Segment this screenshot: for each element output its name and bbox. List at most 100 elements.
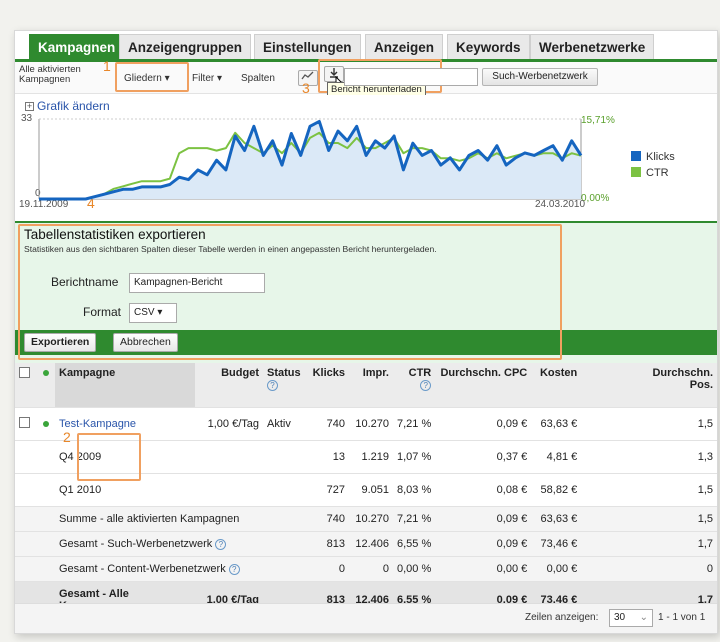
summary-label: Gesamt - Such-Werbenetzwerk: [59, 537, 213, 550]
performance-chart: + Grafik ändern 33 0 15,71% 0,00% 19.11.2…: [15, 95, 717, 217]
rows-per-page-value: 30: [614, 612, 626, 623]
col-status-label: Status: [267, 367, 301, 379]
empty-cell: [15, 440, 55, 474]
budget-cell: [195, 473, 263, 507]
rows-per-page-label: Zeilen anzeigen:: [525, 612, 599, 623]
cpc-cell: 0,09 €: [435, 531, 532, 557]
page-range: 1 - 1 von 1: [658, 612, 706, 623]
cpc-cell: 0,00 €: [435, 556, 532, 582]
adwords-panel: Kampagnen Anzeigengruppen Einstellungen …: [14, 30, 718, 634]
col-klicks[interactable]: Klicks: [307, 363, 349, 408]
campaign-scope-select[interactable]: Alle aktivierten Kampagnen: [19, 65, 109, 85]
highlight-export: [18, 224, 562, 360]
cpc-cell: 0,09 €: [435, 506, 532, 532]
active-status-icon: [43, 420, 49, 427]
ctr-cell: 0,00 %: [393, 556, 436, 582]
status-cell: [263, 440, 307, 474]
table-row: Summe - alle aktivierten Kampagnen 740 1…: [15, 506, 717, 532]
toolbar: Alle aktivierten Kampagnen 1 Gliedern ▾ …: [15, 58, 717, 97]
search-input[interactable]: [344, 68, 478, 86]
kosten-cell: 58,82 €: [531, 473, 582, 507]
help-icon[interactable]: ?: [228, 563, 240, 575]
col-pos[interactable]: Durchschn. Pos.: [581, 363, 717, 408]
row-checkbox[interactable]: [19, 416, 30, 428]
empty-cell: [15, 506, 55, 532]
tab-anzeigen[interactable]: Anzeigen: [365, 34, 444, 60]
col-impr[interactable]: Impr.: [349, 363, 393, 408]
rows-per-page-select[interactable]: 30 ⌄: [609, 609, 653, 627]
search-network-button[interactable]: Such-Werbenetzwerk: [482, 68, 598, 86]
legend-ctr: CTR: [631, 167, 669, 179]
pos-cell: 1,7: [581, 531, 717, 557]
kosten-cell: 0,00 €: [531, 556, 582, 582]
tab-kampagnen[interactable]: Kampagnen: [29, 34, 125, 60]
summary-name-cell: Gesamt - Content-Werbenetzwerk ?: [55, 556, 307, 582]
status-cell: [263, 473, 307, 507]
help-icon[interactable]: ?: [267, 380, 278, 391]
summary-label: Gesamt - Content-Werbenetzwerk: [59, 562, 226, 575]
annotation-2: 2: [63, 429, 71, 445]
summary-name-cell: Summe - alle aktivierten Kampagnen: [55, 506, 307, 532]
ctr-cell: 1,07 %: [393, 440, 436, 474]
kosten-cell: 73,46 €: [531, 531, 582, 557]
spalten-button[interactable]: Spalten: [241, 73, 275, 84]
status-cell: Aktiv: [263, 407, 307, 441]
impr-cell: 10.270: [349, 407, 393, 441]
impr-cell: 1.219: [349, 440, 393, 474]
ctr-cell: 7,21 %: [393, 506, 436, 532]
budget-cell: 1,00 €/Tag: [195, 407, 263, 441]
legend-klicks-label: Klicks: [646, 151, 675, 163]
table-header-row: Kampagne Budget Status? Klicks Impr. CTR…: [15, 363, 717, 408]
legend-ctr-label: CTR: [646, 167, 669, 179]
col-ctr[interactable]: CTR?: [393, 363, 436, 408]
select-all-cell: [15, 363, 37, 408]
campaign-link[interactable]: Test-Kampagne: [59, 418, 136, 430]
ctr-cell: 6,55 %: [393, 531, 436, 557]
ctr-cell: 8,03 %: [393, 473, 436, 507]
pos-cell: 1,5: [581, 407, 717, 441]
cpc-cell: 0,37 €: [435, 440, 532, 474]
col-status[interactable]: Status?: [263, 363, 307, 408]
tab-keywords[interactable]: Keywords: [447, 34, 530, 60]
empty-cell: [15, 556, 55, 582]
annotation-3: 3: [302, 80, 310, 96]
table-row: Gesamt - Content-Werbenetzwerk ? 0 0 0,0…: [15, 556, 717, 582]
col-budget[interactable]: Budget: [195, 363, 263, 408]
pos-cell: 1,5: [581, 473, 717, 507]
summary-name-cell: Gesamt - Such-Werbenetzwerk ?: [55, 531, 307, 557]
legend-klicks: Klicks: [631, 151, 675, 163]
col-kosten[interactable]: Kosten: [531, 363, 582, 408]
budget-cell: [195, 440, 263, 474]
klicks-cell: 13: [307, 440, 349, 474]
highlight-segments: [77, 433, 141, 481]
status-dot-icon: [43, 370, 49, 376]
cpc-cell: 0,08 €: [435, 473, 532, 507]
col-cpc[interactable]: Durchschn. CPC: [435, 363, 532, 408]
col-ctr-label: CTR: [408, 367, 432, 379]
gliedern-button[interactable]: Gliedern ▾: [124, 73, 170, 84]
kosten-cell: 63,63 €: [531, 407, 582, 441]
export-panel: Tabellenstatistiken exportieren Statisti…: [15, 221, 717, 363]
row-select-cell: [15, 407, 37, 441]
tab-einstellungen[interactable]: Einstellungen: [254, 34, 361, 60]
empty-cell: [15, 531, 55, 557]
tab-werbenetzwerke[interactable]: Werbenetzwerke: [530, 34, 655, 60]
klicks-cell: 0: [307, 556, 349, 582]
status-dot-header: [37, 363, 55, 408]
select-all-checkbox[interactable]: [19, 367, 30, 378]
campaign-table: Kampagne Budget Status? Klicks Impr. CTR…: [15, 363, 717, 620]
annotation-1: 1: [103, 58, 111, 74]
row-status-cell: [37, 407, 55, 441]
pos-cell: 1,5: [581, 506, 717, 532]
col-kampagne[interactable]: Kampagne: [55, 363, 195, 408]
help-icon[interactable]: ?: [420, 380, 432, 391]
filter-button[interactable]: Filter ▾: [192, 73, 222, 84]
legend-klicks-swatch: [631, 151, 641, 161]
klicks-cell: 727: [307, 473, 349, 507]
kosten-cell: 63,63 €: [531, 506, 582, 532]
help-icon[interactable]: ?: [215, 538, 227, 550]
impr-cell: 0: [349, 556, 393, 582]
tab-anzeigengruppen[interactable]: Anzeigengruppen: [119, 34, 251, 60]
klicks-cell: 740: [307, 407, 349, 441]
kosten-cell: 4,81 €: [531, 440, 582, 474]
